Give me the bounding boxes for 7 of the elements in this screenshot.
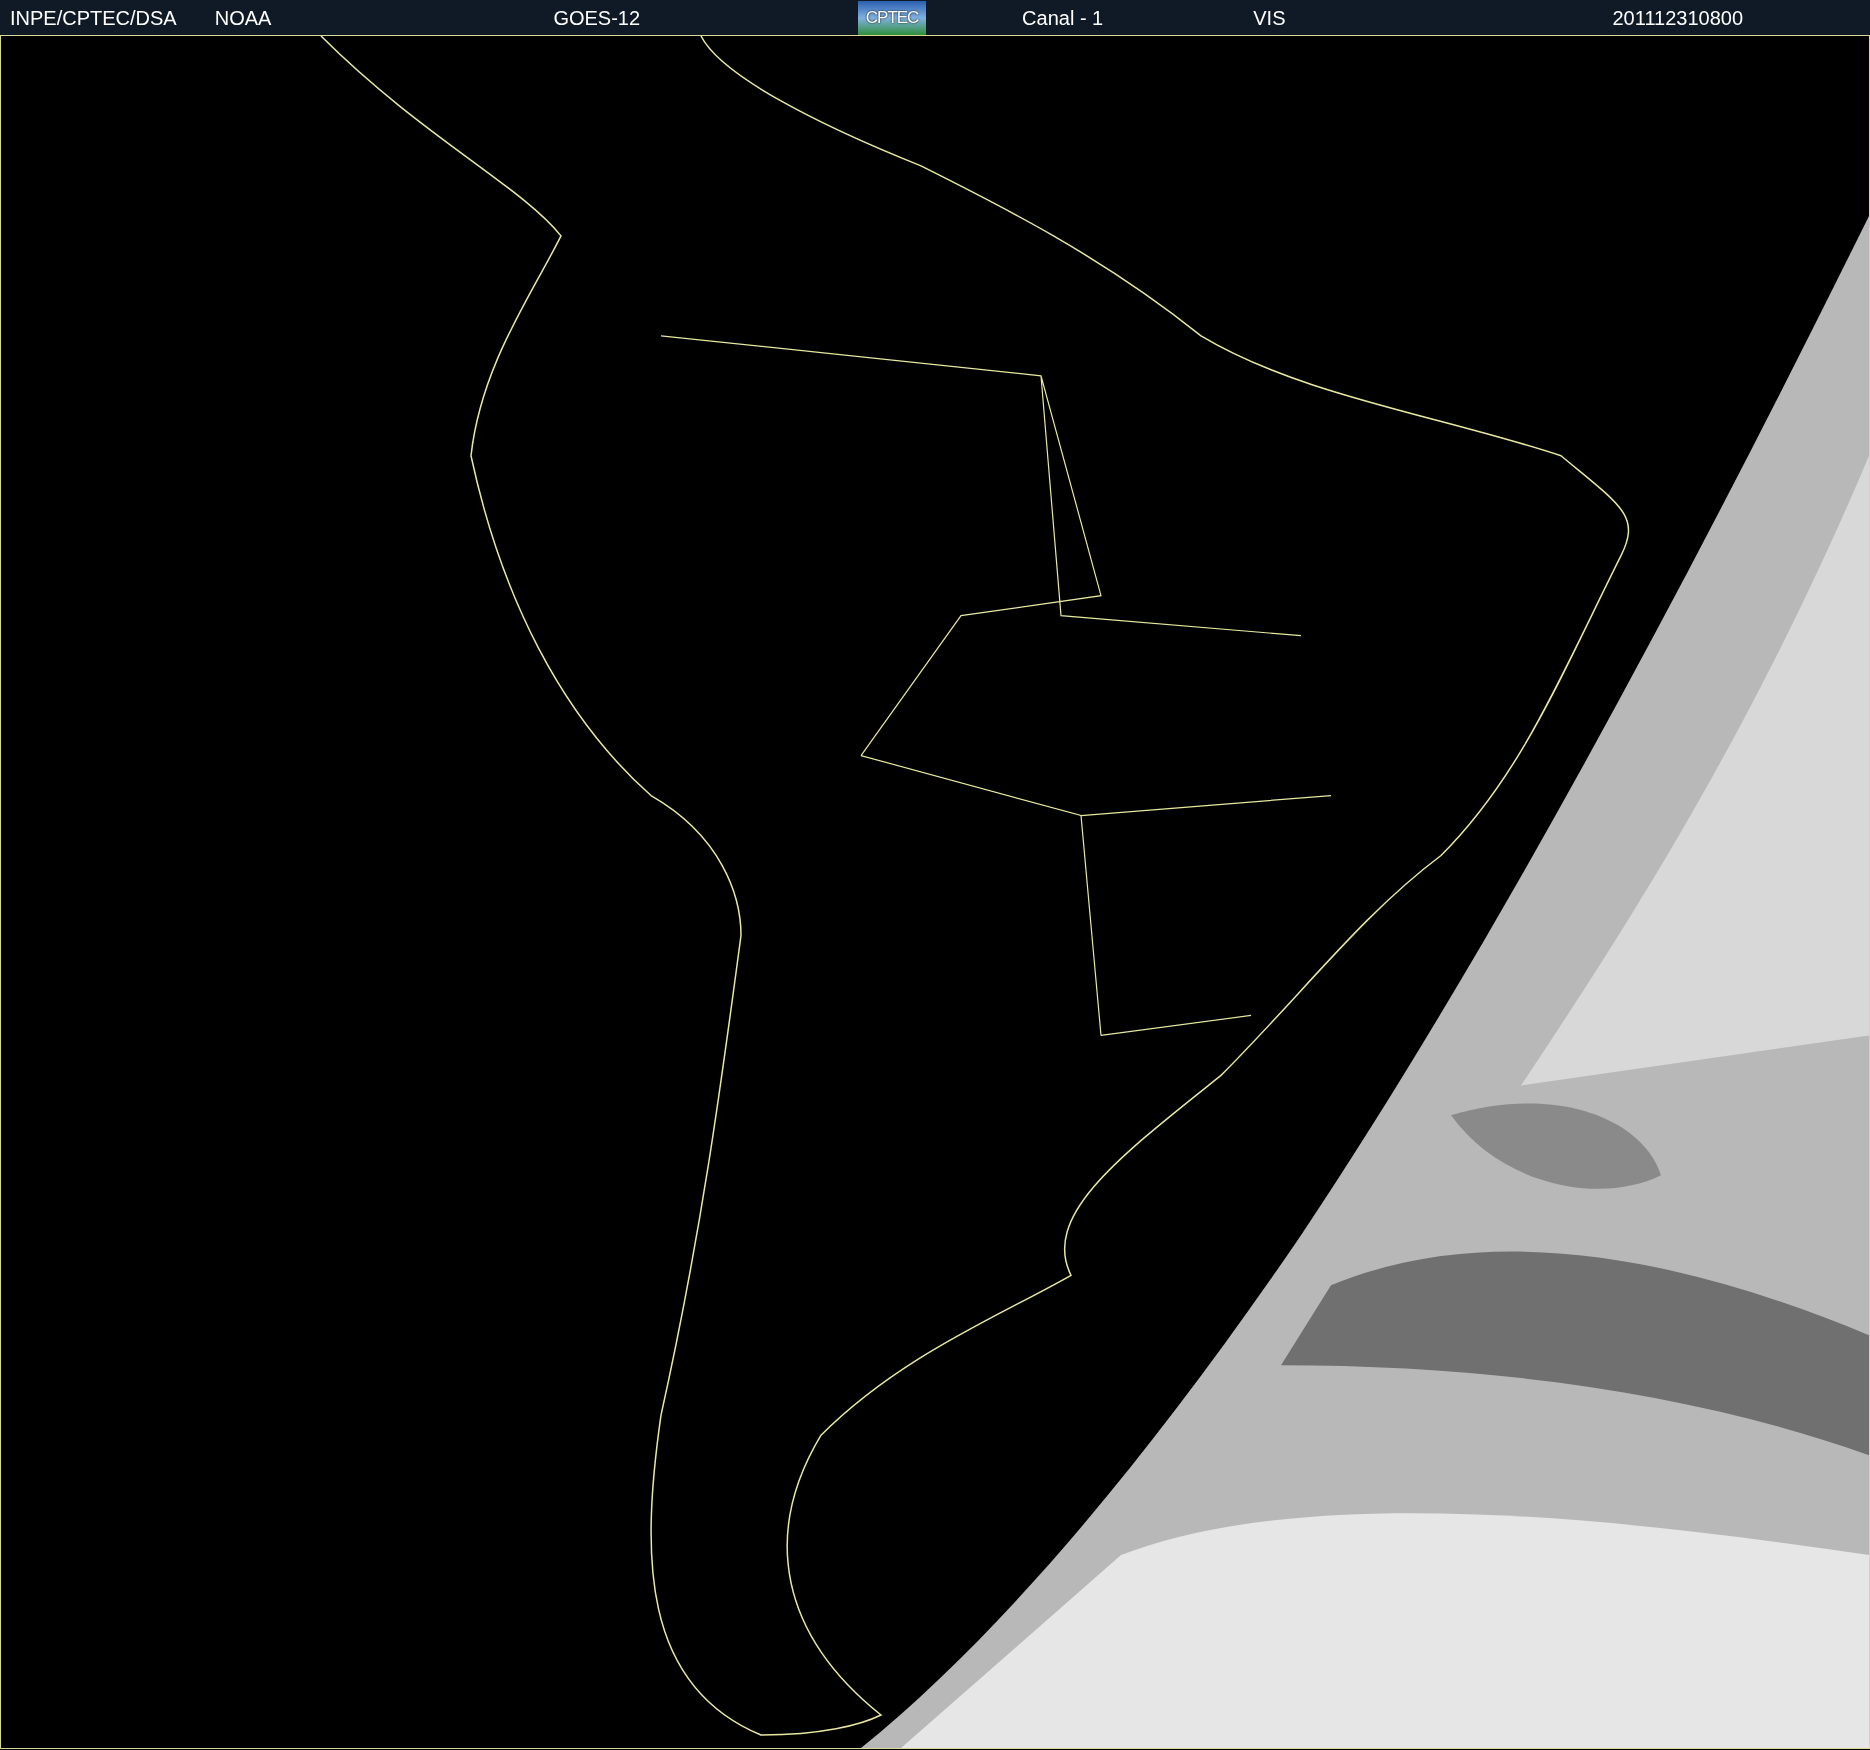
header-label: INPE/CPTEC/DSA [10, 5, 177, 31]
header-label: NOAA [214, 5, 272, 31]
header-label: GOES-12 [553, 5, 641, 31]
logo: CPTEC [858, 0, 927, 35]
header-label: 201112310800 [1612, 5, 1743, 31]
header-label: VIS [1253, 5, 1286, 31]
header-label: Canal - 1 [1022, 5, 1104, 31]
